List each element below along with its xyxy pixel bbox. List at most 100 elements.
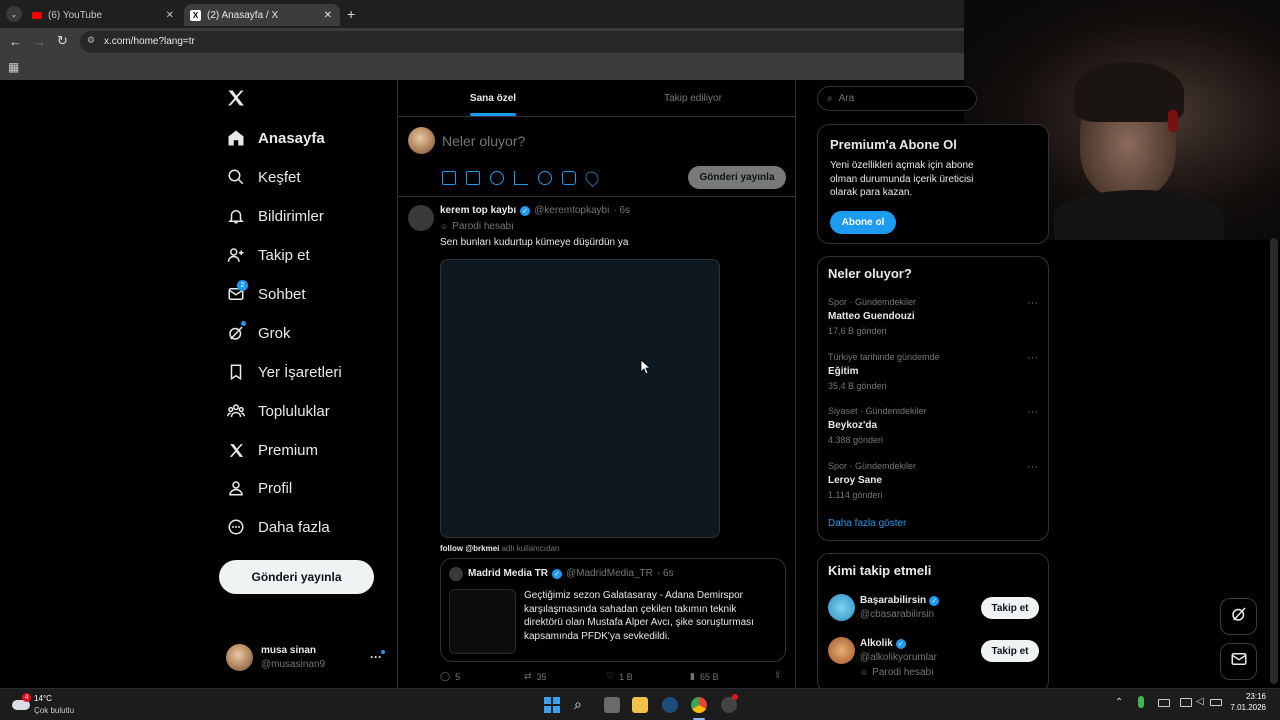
page-scrollbar[interactable]: [1270, 238, 1278, 684]
search-placeholder: Ara: [838, 93, 855, 104]
views-button[interactable]: ▮ 65 B: [690, 671, 718, 682]
chrome-icon[interactable]: [691, 697, 707, 713]
trend-item[interactable]: Spor · Gündemdekiler Matteo Guendouzi 17…: [828, 297, 1048, 336]
sidebar-item-notifications[interactable]: Bildirimler: [226, 201, 324, 231]
tab-label: Sana özel: [469, 93, 517, 104]
sidebar-item-home[interactable]: Anasayfa: [226, 123, 325, 153]
show-more-link[interactable]: Daha fazla göster: [828, 518, 906, 529]
sidebar-item-label: Premium: [258, 441, 319, 459]
start-button[interactable]: [544, 697, 560, 713]
more-icon[interactable]: ···: [1027, 406, 1038, 418]
like-button[interactable]: ♡ 1 B: [606, 671, 633, 682]
tweet-media[interactable]: [440, 259, 720, 538]
close-icon[interactable]: ✕: [324, 10, 332, 21]
suggestion-name-row: Başarabilirsin ✓: [860, 595, 940, 606]
unread-dot: [381, 650, 385, 654]
sidebar-item-grok[interactable]: Grok: [226, 318, 291, 348]
sidebar-post-button[interactable]: Gönderi yayınla: [219, 560, 374, 594]
forward-icon[interactable]: →: [33, 34, 46, 49]
gif-icon[interactable]: [466, 171, 480, 185]
tab-for-you[interactable]: Sana özel: [398, 80, 588, 117]
location-icon[interactable]: [582, 168, 602, 188]
subscribe-button[interactable]: Abone ol: [830, 211, 896, 234]
tweet-author[interactable]: kerem top kaybı: [440, 205, 516, 216]
quoted-time: · 6s: [656, 568, 674, 579]
apps-grid-icon[interactable]: ▦: [8, 60, 19, 74]
file-explorer-icon[interactable]: [632, 697, 648, 713]
sidebar-item-chat[interactable]: 2 Sohbet: [226, 279, 306, 309]
more-icon[interactable]: ···: [1027, 461, 1038, 473]
compose-input[interactable]: Neler oluyor?: [442, 133, 525, 149]
more-icon[interactable]: ···: [1027, 297, 1038, 309]
trend-item[interactable]: Spor · Gündemdekiler Leroy Sane 1.114 gö…: [828, 461, 1048, 500]
quoted-text: Geçtiğimiz sezon Galatasaray - Adana Dem…: [524, 590, 754, 642]
quoted-tweet[interactable]: Madrid Media TR ✓ @MadridMedia_TR · 6s G…: [440, 558, 786, 662]
sidebar-item-bookmarks[interactable]: Yer İşaretleri: [226, 357, 342, 387]
share-icon[interactable]: ⇪: [774, 670, 782, 681]
image-icon[interactable]: [442, 171, 456, 185]
close-icon[interactable]: ✕: [166, 10, 174, 21]
communities-icon: [226, 401, 246, 421]
mask-icon: ☺: [440, 222, 449, 231]
sidebar-item-more[interactable]: Daha fazla: [226, 512, 330, 542]
network-icon[interactable]: [1180, 698, 1192, 707]
tweet[interactable]: kerem top kaybı ✓ @keremtopkaybi · 6s ☺ …: [398, 197, 796, 688]
sidebar-item-premium[interactable]: Premium: [226, 435, 318, 465]
emoji-icon[interactable]: [538, 171, 552, 185]
schedule-icon[interactable]: [562, 171, 576, 185]
app-icon[interactable]: [662, 697, 678, 713]
trend-item[interactable]: Siyaset · Gündemdekiler Beykoz'da 4.388 …: [828, 406, 1048, 445]
avatar[interactable]: [408, 205, 434, 231]
poll-icon[interactable]: [514, 171, 528, 185]
repost-button[interactable]: ⇄ 35: [524, 671, 547, 682]
follow-button[interactable]: Takip et: [981, 640, 1039, 662]
tab-youtube[interactable]: (6) YouTube ✕: [26, 4, 182, 26]
quoted-header: Madrid Media TR ✓ @MadridMedia_TR · 6s: [468, 568, 674, 579]
volume-icon[interactable]: ◁: [1196, 696, 1204, 707]
sidebar-item-explore[interactable]: Keşfet: [226, 162, 301, 192]
tweet-time[interactable]: · 6s: [613, 205, 630, 216]
tab-x-home[interactable]: X (2) Anasayfa / X ✕: [184, 4, 340, 26]
account-switcher[interactable]: musa sinan @musasinan9 ···: [226, 642, 386, 674]
tab-search-button[interactable]: ⌄: [6, 6, 22, 22]
grok-icon[interactable]: [490, 171, 504, 185]
trend-count: 17,6 B gönderi: [828, 326, 887, 336]
messages-floating-button[interactable]: [1220, 643, 1257, 680]
verified-badge-icon: ✓: [552, 568, 563, 579]
weather-widget[interactable]: 4 14°C Çok bulutlu: [10, 692, 100, 718]
parody-text: Parodi hesabı: [872, 667, 934, 678]
new-tab-button[interactable]: +: [347, 6, 355, 22]
repost-icon: ⇄: [524, 671, 532, 681]
reply-button[interactable]: ◯ 5: [440, 671, 460, 682]
keyboard-icon[interactable]: [1158, 699, 1170, 707]
sidebar-item-follow[interactable]: Takip et: [226, 240, 310, 270]
x-logo-icon: [226, 440, 246, 460]
reload-icon[interactable]: ↻: [57, 33, 68, 49]
task-view-icon[interactable]: [604, 697, 620, 713]
search-input[interactable]: ⌕ Ara: [817, 86, 977, 111]
back-icon[interactable]: ←: [9, 34, 22, 49]
tweet-handle[interactable]: @keremtopkaybi: [534, 205, 609, 216]
caption-user[interactable]: follow @brkmei: [440, 544, 499, 553]
verified-badge-icon: ✓: [520, 205, 531, 216]
site-info-icon[interactable]: ⚙: [87, 35, 95, 46]
sidebar-item-profile[interactable]: Profil: [226, 473, 292, 503]
parody-label: ☺ Parodi hesabı: [860, 667, 934, 678]
youtube-icon: [32, 11, 42, 19]
quoted-handle: @MadridMedia_TR: [566, 568, 653, 579]
address-bar[interactable]: ⚙ x.com/home?lang=tr: [80, 31, 964, 53]
trend-item[interactable]: Türkiye tarihinde gündemde Eğitim 35,4 B…: [828, 352, 1048, 391]
composer-post-button[interactable]: Gönderi yayınla: [688, 166, 786, 189]
x-logo-icon[interactable]: [226, 88, 246, 110]
sidebar-item-communities[interactable]: Topluluklar: [226, 396, 330, 426]
tab-following[interactable]: Takip ediliyor: [598, 80, 788, 117]
follow-button[interactable]: Takip et: [981, 597, 1039, 619]
clock[interactable]: 23:16 7.01.2026: [1216, 692, 1266, 712]
views-icon: ▮: [690, 671, 695, 681]
chevron-up-icon[interactable]: ⌃: [1115, 697, 1123, 708]
search-icon[interactable]: ⌕: [574, 696, 582, 713]
microphone-icon[interactable]: [1138, 696, 1144, 708]
media-caption: follow @brkmei adlı kullanıcıdan: [440, 544, 559, 553]
more-icon[interactable]: ···: [1027, 352, 1038, 364]
grok-floating-button[interactable]: [1220, 598, 1257, 635]
